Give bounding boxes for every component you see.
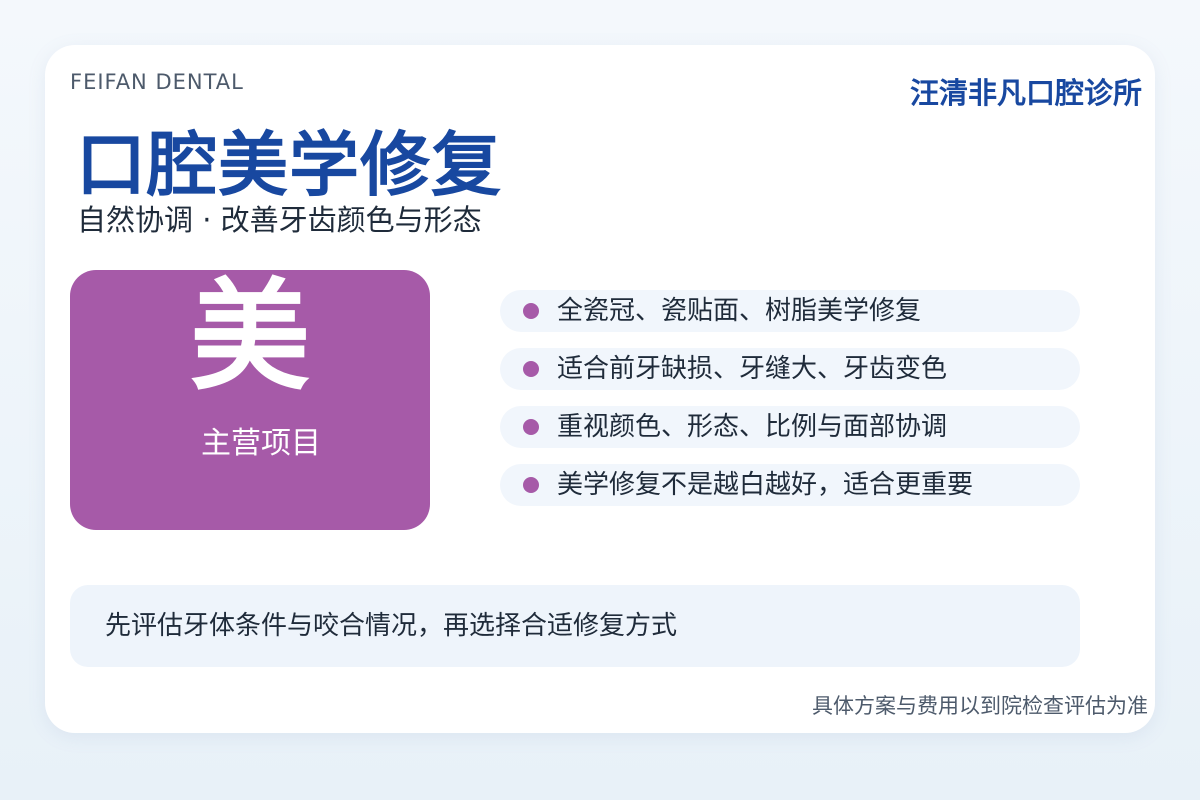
page-title: 口腔美学修复 xyxy=(76,124,502,206)
brand-english-name: FEIFAN DENTAL xyxy=(70,70,244,94)
bullet-item: 美学修复不是越白越好，适合更重要 xyxy=(500,464,1080,506)
assessment-note-box: 先评估牙体条件与咬合情况，再选择合适修复方式 xyxy=(70,585,1080,667)
footer-disclaimer: 具体方案与费用以到院检查评估为准 xyxy=(812,694,1148,718)
bullet-text: 全瓷冠、瓷贴面、树脂美学修复 xyxy=(557,296,922,326)
clinic-name: 汪清非凡口腔诊所 xyxy=(909,76,1142,110)
bullet-dot-icon xyxy=(523,477,539,493)
bullet-item: 全瓷冠、瓷贴面、树脂美学修复 xyxy=(500,290,1080,332)
assessment-note-text: 先评估牙体条件与咬合情况，再选择合适修复方式 xyxy=(105,611,678,641)
bullet-text: 美学修复不是越白越好，适合更重要 xyxy=(557,470,974,500)
bullet-dot-icon xyxy=(523,303,539,319)
page-subtitle: 自然协调 · 改善牙齿颜色与形态 xyxy=(77,203,482,237)
bullet-text: 适合前牙缺损、牙缝大、牙齿变色 xyxy=(557,354,948,384)
bullet-item: 适合前牙缺损、牙缝大、牙齿变色 xyxy=(500,348,1080,390)
bullet-dot-icon xyxy=(523,419,539,435)
feature-character: 美 xyxy=(190,268,310,407)
bullet-item: 重视颜色、形态、比例与面部协调 xyxy=(500,406,1080,448)
bullet-dot-icon xyxy=(523,361,539,377)
bullet-text: 重视颜色、形态、比例与面部协调 xyxy=(557,412,948,442)
feature-label: 主营项目 xyxy=(201,426,321,461)
